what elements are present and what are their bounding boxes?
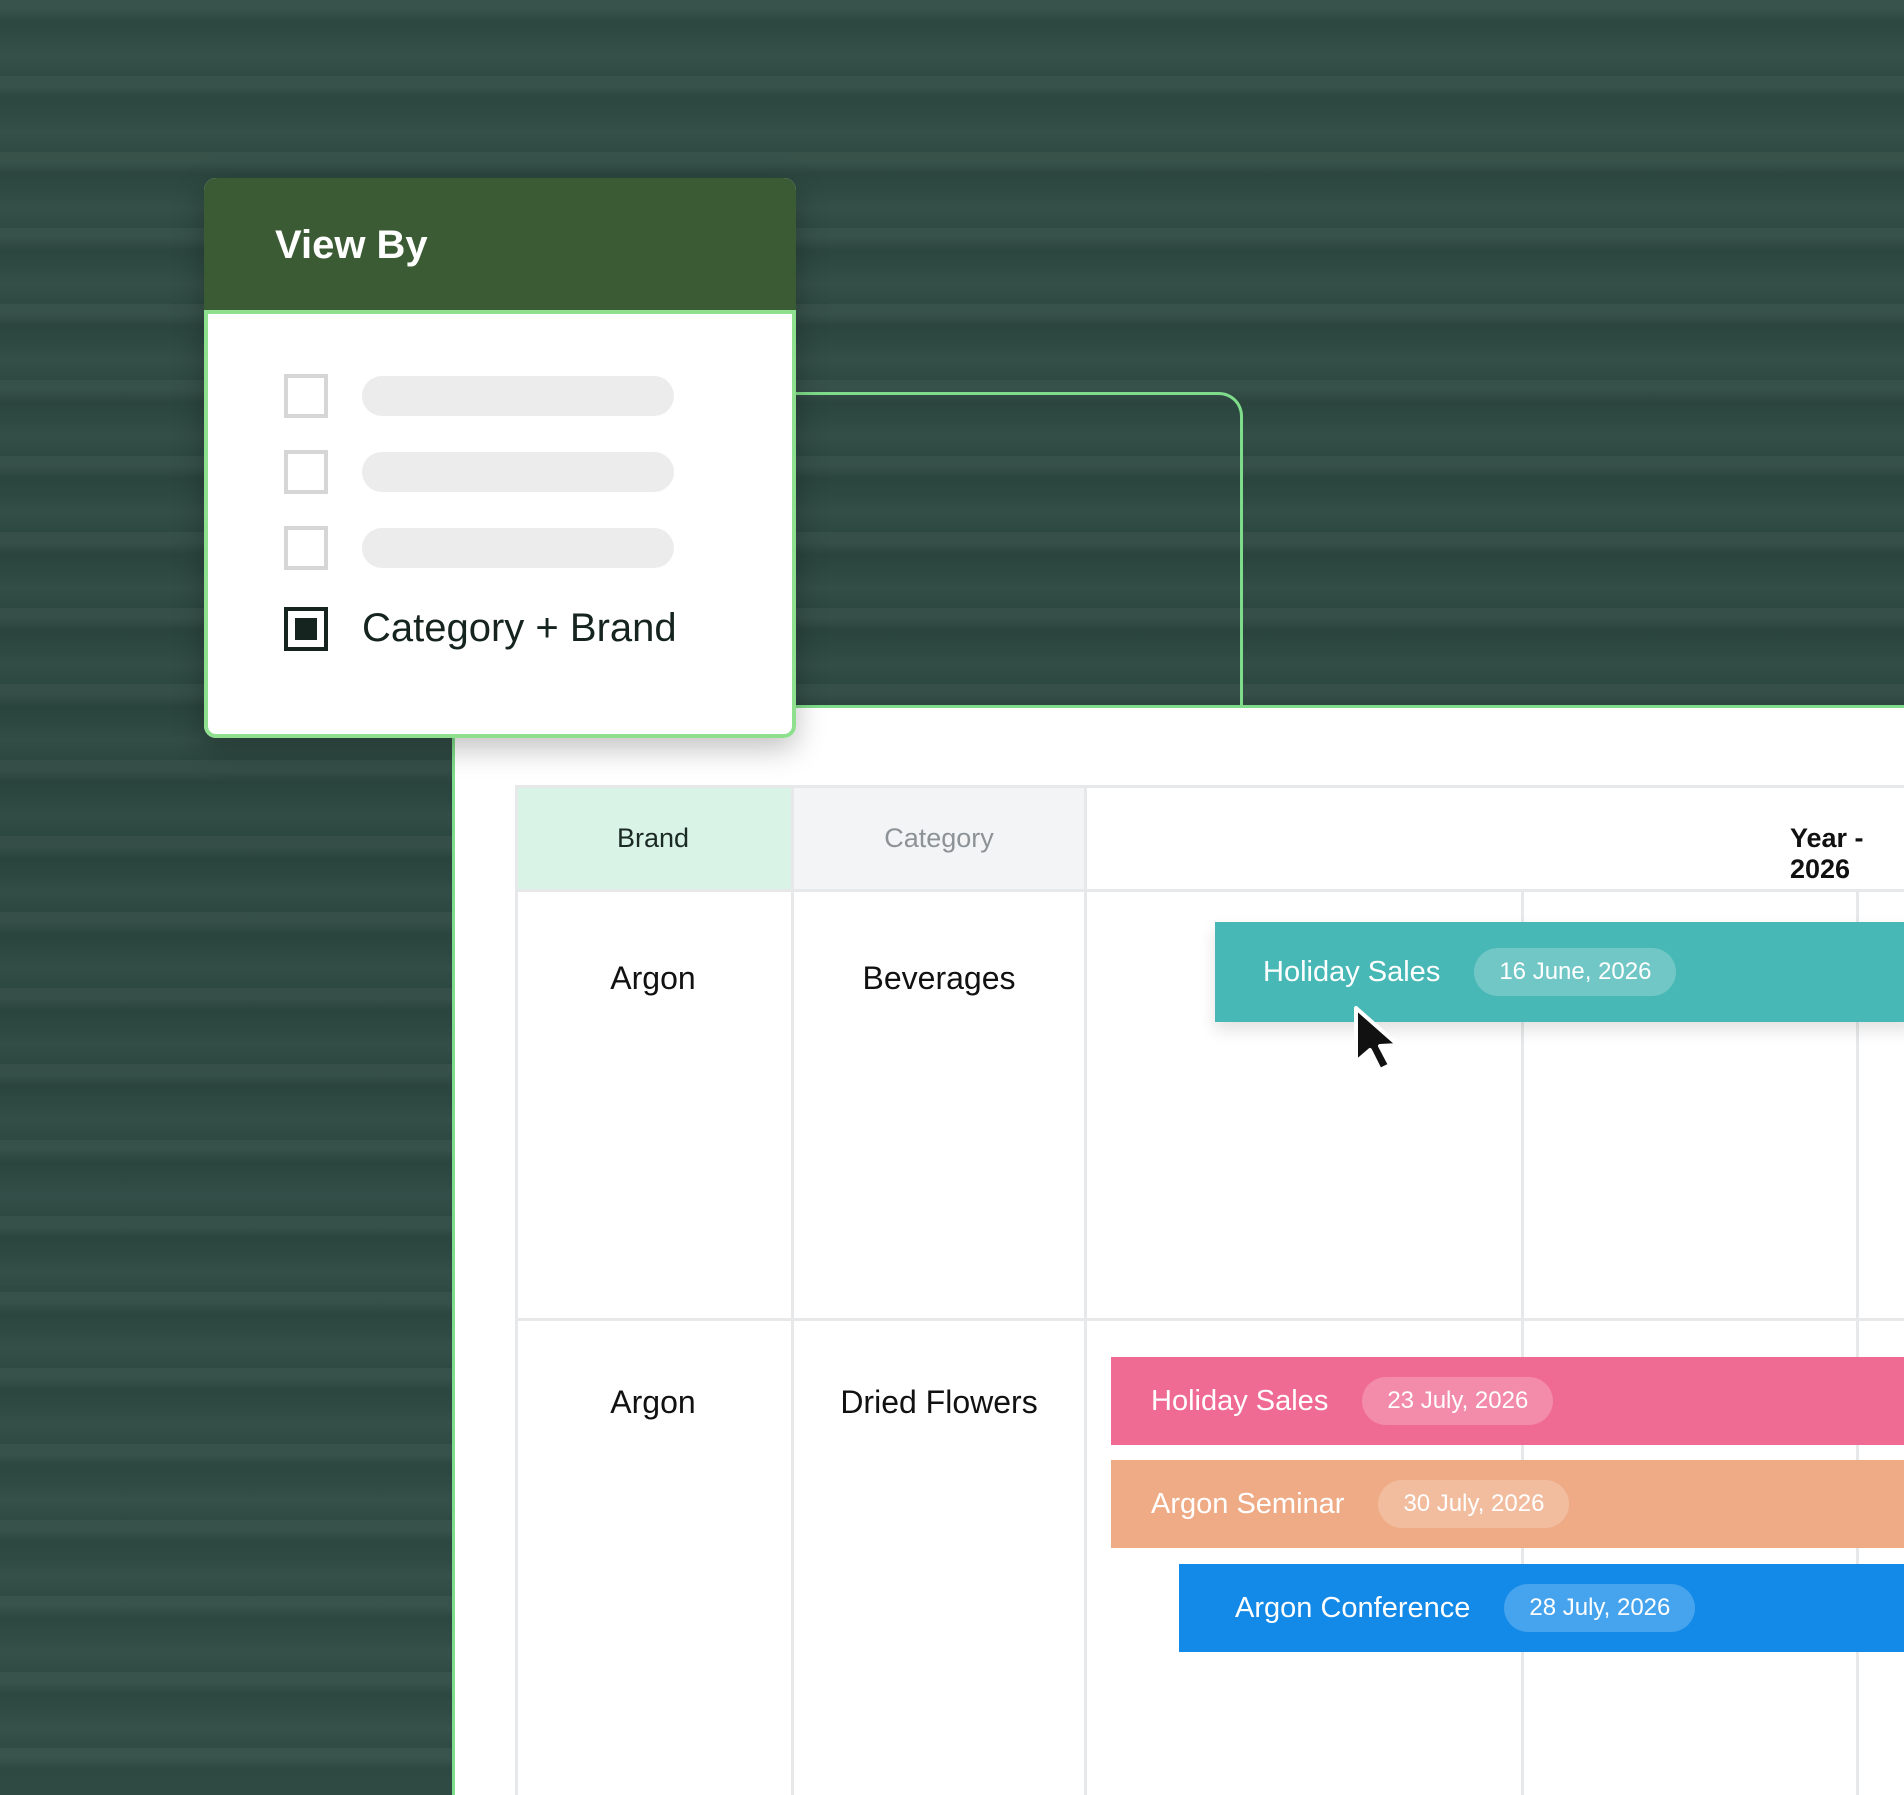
event-bar-holiday-sales[interactable]: Holiday Sales 23 July, 2026 bbox=[1111, 1357, 1904, 1445]
option-placeholder bbox=[362, 452, 674, 492]
event-bar-holiday-sales[interactable]: Holiday Sales 16 June, 2026 bbox=[1215, 922, 1904, 1022]
view-by-header: View By bbox=[204, 178, 796, 312]
option-label: Category + Brand bbox=[362, 606, 677, 650]
divider bbox=[791, 785, 794, 1795]
divider bbox=[515, 785, 1904, 788]
divider bbox=[1084, 785, 1087, 1795]
divider bbox=[1856, 891, 1859, 1795]
timeline-year-label: Year - 2026 bbox=[1790, 823, 1864, 884]
event-date-badge: 28 July, 2026 bbox=[1504, 1584, 1696, 1632]
calendar-panel: Brand Category Year - 2026 Argon Beverag… bbox=[452, 705, 1904, 1795]
divider bbox=[515, 1318, 1904, 1321]
checkbox-checked[interactable] bbox=[284, 606, 328, 651]
mouse-pointer-icon bbox=[1354, 1006, 1400, 1072]
row-2-brand: Argon bbox=[610, 1384, 696, 1420]
row-2-category: Dried Flowers bbox=[840, 1384, 1038, 1420]
divider bbox=[515, 785, 518, 1795]
checkbox[interactable] bbox=[284, 374, 328, 418]
column-header-category-label: Category bbox=[884, 822, 994, 853]
event-date-badge: 16 June, 2026 bbox=[1474, 948, 1677, 996]
event-name: Argon Seminar bbox=[1151, 1487, 1345, 1520]
view-by-option[interactable] bbox=[284, 374, 674, 418]
column-header-brand-label: Brand bbox=[616, 822, 690, 853]
option-placeholder bbox=[362, 376, 674, 416]
row-1-category: Beverages bbox=[862, 960, 1016, 996]
event-name: Holiday Sales bbox=[1151, 1384, 1329, 1417]
view-by-title: View By bbox=[275, 222, 428, 267]
checkbox[interactable] bbox=[284, 450, 328, 494]
view-by-option-category-brand[interactable]: Category + Brand bbox=[284, 606, 677, 651]
view-by-option[interactable] bbox=[284, 450, 674, 494]
event-bar-argon-seminar[interactable]: Argon Seminar 30 July, 2026 bbox=[1111, 1460, 1904, 1548]
divider bbox=[1521, 891, 1524, 1795]
column-header-brand[interactable]: Brand bbox=[515, 785, 791, 891]
view-by-option[interactable] bbox=[284, 526, 674, 570]
view-by-panel: View By Category + Brand bbox=[204, 178, 796, 738]
divider bbox=[515, 889, 1904, 892]
event-name: Argon Conference bbox=[1235, 1591, 1471, 1624]
event-bar-argon-conference[interactable]: Argon Conference 28 July, 2026 bbox=[1179, 1564, 1904, 1652]
column-header-category[interactable]: Category bbox=[794, 785, 1084, 891]
calendar-grid: Brand Category Year - 2026 Argon Beverag… bbox=[515, 785, 1904, 1795]
event-name: Holiday Sales bbox=[1263, 955, 1441, 988]
view-by-options: Category + Brand bbox=[204, 310, 796, 738]
checkbox[interactable] bbox=[284, 526, 328, 570]
timeline-header: Year - 2026 bbox=[1087, 785, 1904, 891]
event-date-badge: 23 July, 2026 bbox=[1362, 1377, 1554, 1425]
event-date-badge: 30 July, 2026 bbox=[1378, 1480, 1570, 1528]
row-1-brand: Argon bbox=[610, 960, 696, 996]
option-placeholder bbox=[362, 528, 674, 568]
